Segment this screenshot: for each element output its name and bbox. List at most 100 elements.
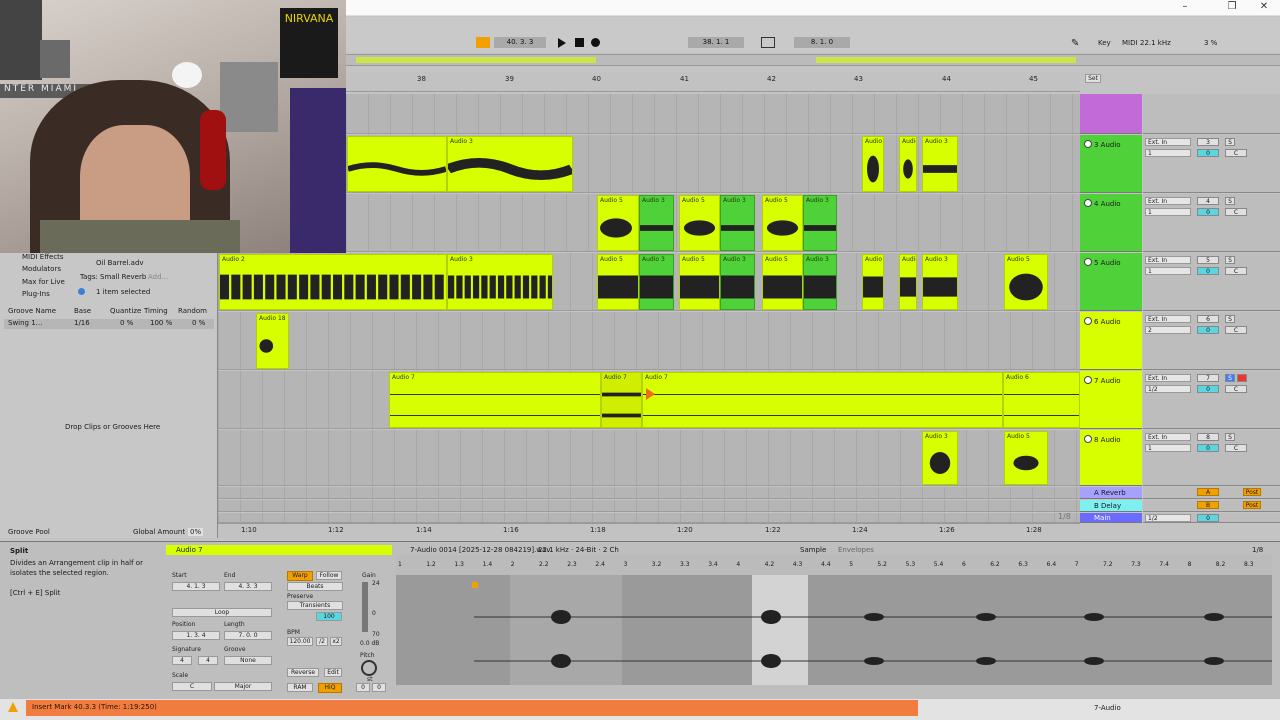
start-marker-icon[interactable] — [472, 582, 478, 588]
track-header[interactable]: 5 Audio — [1080, 253, 1142, 311]
loop-button[interactable]: Loop — [172, 608, 272, 617]
fold-icon[interactable] — [1084, 140, 1092, 148]
pan[interactable]: C — [1225, 208, 1247, 216]
warp-button[interactable]: Warp — [287, 571, 313, 581]
file-name[interactable]: Oil Barrel.adv — [96, 259, 144, 267]
audio-clip[interactable]: Audio 3 — [720, 254, 755, 310]
position-field[interactable]: 1. 3. 4 — [172, 631, 220, 640]
track-header[interactable]: 6 Audio — [1080, 312, 1142, 370]
bpm-field[interactable]: 120.00 — [287, 637, 313, 646]
return-letter[interactable]: A — [1197, 488, 1219, 496]
track-number[interactable]: 7 — [1197, 374, 1219, 382]
groove-row[interactable]: Swing 1... 1/16 0 % 100 % 0 % — [4, 319, 214, 329]
track-volume[interactable]: 0 — [1197, 149, 1219, 157]
track-number[interactable]: 4 — [1197, 197, 1219, 205]
return-lane[interactable] — [218, 487, 1080, 499]
main-channel[interactable]: 1/2 — [1145, 514, 1191, 522]
track-number[interactable]: 6 — [1197, 315, 1219, 323]
audio-clip[interactable]: Audio 5 — [762, 254, 803, 310]
main-lane[interactable] — [218, 513, 1080, 523]
post-button[interactable]: Post — [1243, 488, 1261, 496]
input-channel[interactable]: 2 — [1145, 326, 1191, 334]
sample-editor[interactable]: 1 1.2 1.3 1.4 2 2.2 2.3 2.4 3 3.2 3.3 3.4 4 4.2 4.3 4.4… — [396, 555, 1272, 685]
time-ruler[interactable]: 1:10 1:12 1:14 1:16 1:18 1:20 1:22 1:24 … — [218, 523, 1080, 538]
track-volume[interactable]: 0 — [1197, 326, 1219, 334]
groove-select[interactable]: None — [224, 656, 272, 665]
audio-clip[interactable]: Audio 5 — [1004, 254, 1048, 310]
input-channel[interactable]: 1 — [1145, 149, 1191, 157]
stop-icon[interactable] — [575, 38, 584, 47]
signature-numerator[interactable]: 4 — [172, 656, 192, 665]
audio-clip[interactable]: Audio 7 — [389, 372, 601, 428]
audio-clip[interactable]: Audio 5 — [679, 195, 720, 251]
record-icon[interactable] — [591, 38, 600, 47]
tab-envelopes[interactable]: Envelopes — [838, 546, 874, 554]
play-icon[interactable] — [558, 38, 566, 48]
audio-clip[interactable] — [347, 136, 447, 192]
fold-icon[interactable] — [1084, 376, 1092, 384]
fold-icon[interactable] — [1084, 435, 1092, 443]
set-button[interactable]: Set — [1085, 74, 1101, 83]
pencil-icon[interactable]: ✎ — [1071, 38, 1079, 49]
track-volume[interactable]: 0 — [1197, 208, 1219, 216]
solo-button[interactable]: S — [1225, 315, 1235, 323]
midi-button[interactable]: MIDI — [1122, 39, 1138, 47]
audio-clip[interactable]: Audio 5 — [762, 195, 803, 251]
signature-denominator[interactable]: 4 — [198, 656, 218, 665]
pan[interactable]: C — [1225, 149, 1247, 157]
return-header[interactable]: B Delay — [1080, 500, 1142, 512]
halve-button[interactable]: /2 — [316, 637, 328, 646]
start-field[interactable]: 4. 1. 3 — [172, 582, 220, 591]
track-header[interactable]: 3 Audio — [1080, 135, 1142, 193]
loop-switch[interactable] — [761, 37, 775, 48]
audio-clip[interactable]: Audio 3 — [922, 136, 958, 192]
fold-icon[interactable] — [1084, 258, 1092, 266]
post-button[interactable]: Post — [1243, 501, 1261, 509]
solo-button[interactable]: S — [1225, 256, 1235, 264]
groove-timing[interactable]: 100 % — [150, 319, 172, 327]
track-number[interactable]: 8 — [1197, 433, 1219, 441]
track-volume[interactable]: 0 — [1197, 444, 1219, 452]
track-volume[interactable]: 0 — [1197, 267, 1219, 275]
preserve-select[interactable]: Transients — [287, 601, 343, 610]
track-number[interactable]: 5 — [1197, 256, 1219, 264]
gain-slider[interactable] — [362, 582, 368, 632]
track-number[interactable]: 3 — [1197, 138, 1219, 146]
return-header[interactable]: A Reverb — [1080, 487, 1142, 499]
warp-mode[interactable]: Beats — [287, 582, 343, 591]
input-type[interactable]: Ext. In — [1145, 256, 1191, 264]
beat-time-ruler[interactable]: 38 39 40 41 42 43 44 45 — [346, 72, 1080, 92]
ram-button[interactable]: RAM — [287, 683, 313, 692]
groove-random[interactable]: 0 % — [192, 319, 205, 327]
length-field[interactable]: 7. 0. 0 — [224, 631, 272, 640]
track-volume[interactable]: 0 — [1197, 385, 1219, 393]
audio-clip[interactable]: Audio 5 — [597, 195, 639, 251]
input-type[interactable]: Ext. In — [1145, 433, 1191, 441]
sample-ruler[interactable]: 1 1.2 1.3 1.4 2 2.2 2.3 2.4 3 3.2 3.3 3.4 4 4.2 4.3 4.4… — [396, 555, 1272, 575]
input-type[interactable]: Ext. In — [1145, 138, 1191, 146]
audio-clip[interactable]: Audio 3 — [639, 195, 674, 251]
audio-clip[interactable]: Audio 3 — [899, 254, 917, 310]
loop-start[interactable]: 38. 1. 1 — [688, 37, 744, 48]
groove-quantize[interactable]: 0 % — [120, 319, 133, 327]
solo-button[interactable]: S — [1225, 433, 1235, 441]
scale-mode[interactable]: Major — [214, 682, 272, 691]
status-track[interactable]: 7-Audio — [1094, 704, 1121, 712]
audio-clip[interactable]: Audio 2 — [219, 254, 447, 310]
audio-clip[interactable]: Audio 3 — [447, 254, 553, 310]
pan[interactable]: C — [1225, 444, 1247, 452]
input-channel[interactable]: 1/2 — [1145, 385, 1191, 393]
audio-clip[interactable]: Audio 5 — [1004, 431, 1048, 485]
audio-clip[interactable]: Audio 5 — [679, 254, 720, 310]
fold-icon[interactable] — [1084, 199, 1092, 207]
key-button[interactable]: Key — [1098, 39, 1111, 47]
audio-clip[interactable]: Audio 3 — [862, 136, 884, 192]
scale-root[interactable]: C — [172, 682, 212, 691]
pitch-knob[interactable] — [361, 660, 377, 676]
warp-amount[interactable]: 100 — [316, 612, 342, 621]
audio-clip[interactable]: Audio 5 — [597, 254, 639, 310]
solo-button[interactable]: S — [1225, 138, 1235, 146]
hiq-button[interactable]: HiQ — [318, 683, 342, 693]
audio-clip[interactable]: Audio 3 — [720, 195, 755, 251]
audio-clip[interactable]: Audio 3 — [803, 195, 837, 251]
